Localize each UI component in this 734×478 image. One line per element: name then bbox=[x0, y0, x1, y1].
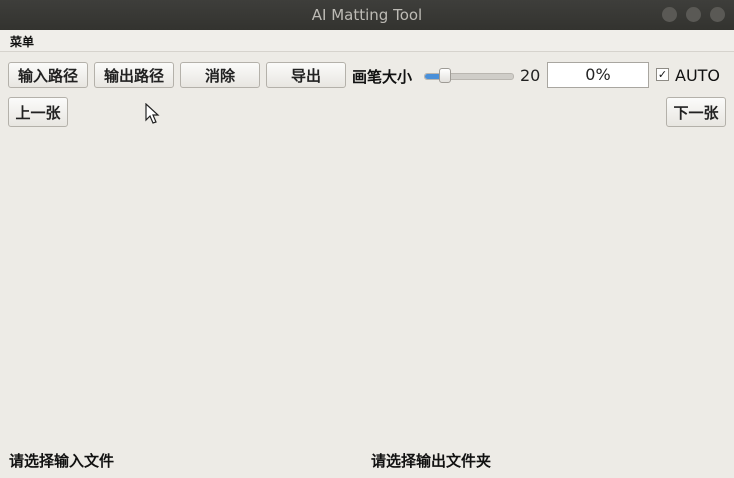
next-image-button[interactable]: 下一张 bbox=[666, 97, 726, 127]
prev-image-button[interactable]: 上一张 bbox=[8, 97, 68, 127]
auto-checkbox[interactable]: ✓ bbox=[656, 68, 669, 81]
brush-size-slider[interactable] bbox=[424, 68, 514, 83]
brush-size-slider-handle[interactable] bbox=[439, 68, 451, 83]
clear-button[interactable]: 消除 bbox=[180, 62, 260, 88]
maximize-button[interactable] bbox=[686, 7, 701, 22]
input-path-button[interactable]: 输入路径 bbox=[8, 62, 88, 88]
title-bar: AI Matting Tool bbox=[0, 0, 734, 30]
menu-bar: 菜单 bbox=[0, 30, 734, 52]
input-file-prompt: 请选择输入文件 bbox=[9, 452, 115, 470]
brush-size-value: 20 bbox=[520, 66, 541, 85]
window-title: AI Matting Tool bbox=[311, 6, 423, 24]
progress-display: 0% bbox=[547, 62, 649, 88]
menu-item-main[interactable]: 菜单 bbox=[10, 33, 34, 50]
auto-checkbox-label[interactable]: AUTO bbox=[675, 66, 720, 85]
output-folder-prompt: 请选择输出文件夹 bbox=[371, 452, 492, 470]
output-path-button[interactable]: 输出路径 bbox=[94, 62, 174, 88]
brush-size-label: 画笔大小 bbox=[352, 68, 413, 86]
export-button[interactable]: 导出 bbox=[266, 62, 346, 88]
mouse-cursor-icon bbox=[145, 103, 160, 124]
minimize-button[interactable] bbox=[662, 7, 677, 22]
close-button[interactable] bbox=[710, 7, 725, 22]
